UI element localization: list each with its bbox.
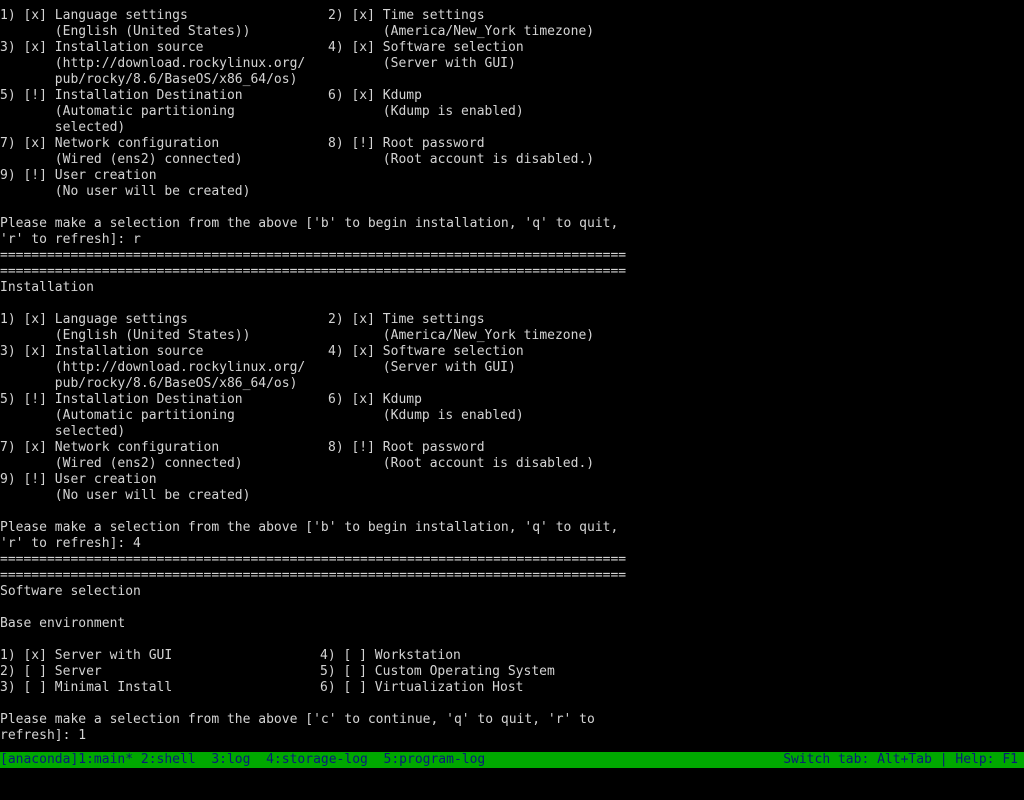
base-environment-heading: Base environment [0, 616, 126, 631]
separator-line: ========================================… [0, 248, 627, 263]
terminal-console[interactable]: 1) [x] Language settings 2) [x] Time sett… [0, 8, 1024, 752]
software-option-workstation[interactable]: 4) [ ] Workstation [320, 648, 461, 664]
hub2-left-3: (http://download.rockylinux.org/ [0, 360, 306, 375]
hub2-right-1: (America/New_York timezone) [328, 328, 595, 343]
hub1-right-6: (Kdump is enabled) [328, 104, 524, 119]
hub2-left-11: (No user will be created) [0, 488, 251, 503]
hub-menu-1: 1) [x] Language settings 2) [x] Time sett… [0, 8, 1024, 200]
separator-line: ========================================… [0, 552, 627, 567]
hub1-left-1: (English (United States)) [0, 24, 251, 39]
tmux-window-tabs[interactable]: [anaconda]1:main* 2:shell 3:log 4:storag… [0, 752, 485, 768]
hub2-left-5: 5) [!] Installation Destination [0, 392, 243, 407]
hub1-left-5: 5) [!] Installation Destination [0, 88, 243, 103]
software-selection-title: Software selection [0, 584, 141, 599]
software-options: 1) [x] Server with GUI 4) [ ] Workstation… [0, 648, 1024, 696]
hub2-left-1: (English (United States)) [0, 328, 251, 343]
hub-menu-2: 1) [x] Language settings 2) [x] Time sett… [0, 312, 1024, 504]
hub1-left-0: 1) [x] Language settings [0, 8, 188, 23]
hub1-left-11: (No user will be created) [0, 184, 251, 199]
hub1-right-0: 2) [x] Time settings [328, 8, 485, 23]
hub2-right-0: 2) [x] Time settings [328, 312, 485, 327]
software-option-minimal-install[interactable]: 3) [ ] Minimal Install [0, 680, 172, 696]
hub2-right-6: (Kdump is enabled) [328, 408, 524, 423]
hub1-prompt-line-1: Please make a selection from the above [… [0, 216, 619, 231]
hub1-right-2: 4) [x] Software selection [328, 40, 524, 55]
software-prompt-line-1: Please make a selection from the above [… [0, 712, 595, 727]
tmux-status-bar: [anaconda]1:main* 2:shell 3:log 4:storag… [0, 752, 1024, 768]
hub2-right-8: 8) [!] Root password [328, 440, 485, 455]
hub2-right-9: (Root account is disabled.) [328, 456, 595, 471]
hub1-left-2: 3) [x] Installation source [0, 40, 204, 55]
hub2-left-7: selected) [0, 424, 126, 439]
hub2-left-0: 1) [x] Language settings [0, 312, 188, 327]
hub2-left-9: (Wired (ens2) connected) [0, 456, 243, 471]
hub2-left-2: 3) [x] Installation source [0, 344, 204, 359]
hub1-left-9: (Wired (ens2) connected) [0, 152, 243, 167]
hub2-right-3: (Server with GUI) [328, 360, 516, 375]
hub1-right-9: (Root account is disabled.) [328, 152, 595, 167]
hub2-left-6: (Automatic partitioning [0, 408, 235, 423]
hub1-right-5: 6) [x] Kdump [328, 88, 422, 103]
hub1-right-1: (America/New_York timezone) [328, 24, 595, 39]
software-prompt-input[interactable]: refresh]: 1 [0, 728, 1024, 744]
hub2-prompt-line-1: Please make a selection from the above [… [0, 520, 619, 535]
hub1-right-3: (Server with GUI) [328, 56, 516, 71]
hub1-left-3: (http://download.rockylinux.org/ [0, 56, 306, 71]
hub1-left-8: 7) [x] Network configuration [0, 136, 220, 151]
software-option-server[interactable]: 2) [ ] Server [0, 664, 102, 680]
installation-title: Installation [0, 280, 94, 295]
hub2-right-2: 4) [x] Software selection [328, 344, 524, 359]
hub1-left-6: (Automatic partitioning [0, 104, 235, 119]
tmux-help-hint: Switch tab: Alt+Tab | Help: F1 [783, 752, 1018, 767]
software-option-custom-os[interactable]: 5) [ ] Custom Operating System [320, 664, 555, 680]
hub2-right-5: 6) [x] Kdump [328, 392, 422, 407]
hub1-left-10: 9) [!] User creation [0, 168, 157, 183]
separator-line: ========================================… [0, 568, 627, 583]
hub2-left-8: 7) [x] Network configuration [0, 440, 220, 455]
software-option-server-with-gui[interactable]: 1) [x] Server with GUI [0, 648, 172, 664]
hub2-left-4: pub/rocky/8.6/BaseOS/x86_64/os) [0, 376, 298, 391]
hub1-prompt-line-2: 'r' to refresh]: r [0, 232, 141, 247]
hub1-left-7: selected) [0, 120, 126, 135]
hub1-right-8: 8) [!] Root password [328, 136, 485, 151]
hub1-left-4: pub/rocky/8.6/BaseOS/x86_64/os) [0, 72, 298, 87]
software-option-virtualization-host[interactable]: 6) [ ] Virtualization Host [320, 680, 524, 696]
separator-line: ========================================… [0, 264, 627, 279]
hub2-prompt-line-2: 'r' to refresh]: 4 [0, 536, 141, 551]
hub2-left-10: 9) [!] User creation [0, 472, 157, 487]
